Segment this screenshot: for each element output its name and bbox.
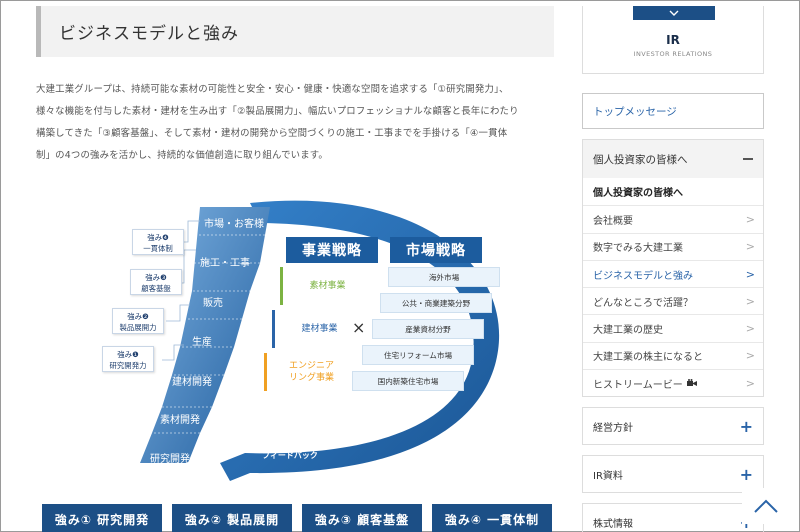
feedback-label: 新たな価値創造への フィードバック	[262, 440, 334, 460]
chevron-right-icon: >	[745, 294, 755, 308]
strength-badge-2: 強み❷ 製品展開力	[112, 308, 164, 334]
market-public-commercial: 公共・商業建築分野	[380, 293, 492, 313]
stair-research-dev: 研究開発	[150, 454, 190, 465]
plus-icon: +	[739, 416, 753, 436]
sidebar-item-label: ビジネスモデルと強み	[593, 270, 693, 282]
sidebar-item-where-active[interactable]: どんなところで活躍？ >	[583, 287, 763, 314]
market-domestic-new-home: 国内新築住宅市場	[352, 371, 464, 391]
sidebar-item-label: 会社概要	[593, 215, 633, 227]
stair-construction: 施工・工事	[200, 258, 250, 269]
strength-label: 強み❷	[127, 312, 149, 321]
sidebar-item-label: 大建工業の株主になると	[593, 352, 703, 364]
business-building-material: 建材事業	[272, 310, 364, 348]
chevron-right-icon: >	[745, 267, 755, 281]
chevron-right-icon: >	[745, 376, 755, 390]
sidebar: IR INVESTOR RELATIONS トップメッセージ 個人投資家の皆様へ…	[582, 6, 764, 532]
intro-line: 様々な機能を付与した素材・建材を生み出す「②製品展開力」、幅広いプロフェッショナ…	[36, 106, 519, 117]
business-strategy-head: 事業戦略	[286, 237, 378, 263]
sidebar-item-label: ヒストリームービー	[593, 379, 683, 391]
market-strategy-head: 市場戦略	[390, 237, 482, 263]
stair-sales: 販売	[203, 298, 223, 309]
sidebar-item-history[interactable]: 大建工業の歴史 >	[583, 314, 763, 341]
ir-subtitle: INVESTOR RELATIONS	[633, 50, 713, 58]
intro-line: 制」の4つの強みを活かし、持続的な価値創造に取り組んでいます。	[36, 150, 329, 161]
ir-toggle[interactable]	[633, 6, 715, 20]
chevron-right-icon: >	[745, 240, 755, 254]
business-material: 素材事業	[280, 267, 372, 305]
video-camera-icon	[686, 379, 697, 387]
intro-line: 構築してきた「③顧客基盤」、そして素材・建材の開発から空間づくりの施工・工事まで…	[36, 128, 508, 139]
sidebar-item-label: 個人投資家の皆様へ	[593, 188, 683, 200]
business-engineering: エンジニア リング事業	[264, 353, 356, 391]
strength-label: 強み❶	[117, 350, 139, 359]
top-message-link[interactable]: トップメッセージ	[582, 93, 764, 129]
stair-building-material-dev: 建材開発	[172, 377, 212, 388]
accordion-header[interactable]: 個人投資家の皆様へ	[583, 140, 763, 178]
cross-symbol: ×	[352, 318, 366, 337]
main-content: ビジネスモデルと強み 大建工業グループは、持続可能な素材の可能性と安全・安心・健…	[36, 6, 554, 167]
chevron-down-icon	[669, 10, 679, 16]
sidebar-item-individual-investors[interactable]: 個人投資家の皆様へ	[583, 178, 763, 205]
market-industrial: 産業資材分野	[372, 319, 484, 339]
strength-name: 顧客基盤	[141, 284, 171, 293]
strength-label: 強み❹	[147, 233, 169, 242]
strength-name: 一貫体制	[143, 244, 173, 253]
chevron-right-icon: >	[745, 322, 755, 336]
sidebar-section-management-policy[interactable]: 経営方針 +	[582, 407, 764, 446]
sidebar-item-history-movie[interactable]: ヒストリームービー >	[583, 369, 763, 396]
chevron-up-icon	[754, 499, 778, 513]
sidebar-item-shareholder[interactable]: 大建工業の株主になると >	[583, 341, 763, 369]
chevron-right-icon: >	[745, 212, 755, 226]
minus-icon	[743, 158, 753, 160]
accordion-title: 個人投資家の皆様へ	[593, 153, 688, 166]
stair-market-customer: 市場・お客様	[204, 219, 264, 230]
sidebar-item-label: 数字でみる大建工業	[593, 243, 683, 255]
strength-badge-1: 強み❶ 研究開発力	[102, 346, 154, 372]
sidebar-section-ir-materials[interactable]: IR資料 +	[582, 455, 764, 494]
market-overseas: 海外市場	[388, 267, 500, 287]
sidebar-item-numbers[interactable]: 数字でみる大建工業 >	[583, 232, 763, 260]
section-label: 経営方針	[593, 422, 633, 434]
sidebar-item-business-model[interactable]: ビジネスモデルと強み >	[583, 259, 763, 287]
plus-icon: +	[739, 464, 753, 484]
section-label: IR資料	[593, 470, 623, 482]
section-label: 株式情報	[593, 518, 633, 530]
strength-name: 製品展開力	[119, 323, 157, 332]
strength-name: 研究開発力	[109, 361, 147, 370]
stair-material-dev: 素材開発	[160, 415, 200, 426]
sidebar-item-label-group: ヒストリームービー	[593, 376, 697, 391]
strength-3-button[interactable]: 強み③ 顧客基盤	[302, 504, 422, 532]
investor-accordion: 個人投資家の皆様へ 個人投資家の皆様へ 会社概要 > 数字でみる大建工業 > ビ…	[582, 139, 764, 398]
strength-badge-3: 強み❸ 顧客基盤	[130, 269, 182, 295]
intro-line: 大建工業グループは、持続可能な素材の可能性と安全・安心・健康・快適な空間を追求す…	[36, 84, 509, 95]
market-home-reform: 住宅リフォーム市場	[362, 345, 474, 365]
strength-badge-4: 強み❹ 一貫体制	[132, 229, 184, 255]
strength-2-button[interactable]: 強み② 製品展開	[172, 504, 292, 532]
sidebar-item-label: どんなところで活躍？	[593, 297, 693, 309]
chevron-right-icon: >	[745, 349, 755, 363]
sidebar-item-company-profile[interactable]: 会社概要 >	[583, 205, 763, 232]
sidebar-item-label: 大建工業の歴史	[593, 325, 663, 337]
sidebar-section-stock-info[interactable]: 株式情報 +	[582, 503, 764, 532]
section-heading: ビジネスモデルと強み	[36, 6, 554, 57]
business-model-diagram: 市場・お客様 施工・工事 販売 生産 建材開発 素材開発 研究開発 強み❹ 一貫…	[100, 195, 520, 485]
intro-paragraph: 大建工業グループは、持続可能な素材の可能性と安全・安心・健康・快適な空間を追求す…	[36, 79, 554, 167]
stair-production: 生産	[192, 337, 212, 348]
strength-1-button[interactable]: 強み① 研究開発	[42, 504, 162, 532]
strength-label: 強み❸	[145, 273, 167, 282]
section-title: ビジネスモデルと強み	[59, 24, 239, 44]
strength-4-button[interactable]: 強み④ 一貫体制	[432, 504, 552, 532]
ir-header: IR INVESTOR RELATIONS	[582, 6, 764, 74]
page-top-button[interactable]	[742, 488, 790, 524]
